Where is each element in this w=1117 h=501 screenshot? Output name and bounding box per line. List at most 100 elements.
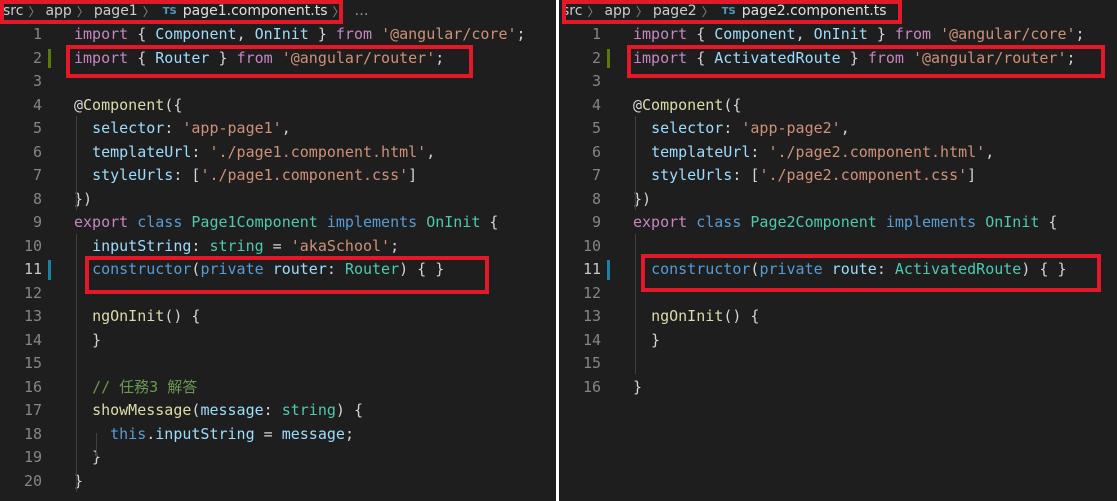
punctuation-token: ; <box>1075 25 1085 43</box>
line-number: 12 <box>582 283 601 302</box>
type-token: Page1Component <box>191 213 318 231</box>
function-token: ngOnInit <box>92 307 165 325</box>
code-line[interactable]: 6 templateUrl: './page1.component.html', <box>0 141 556 165</box>
punctuation-token: ] <box>408 166 418 184</box>
code-line[interactable]: 15 <box>559 352 1117 376</box>
punctuation-token: : <box>191 142 210 161</box>
code-line[interactable]: 1 import { Component, OnInit } from '@ang… <box>0 23 556 47</box>
code-line[interactable]: 19 } <box>0 446 556 470</box>
breadcrumb-more[interactable]: … <box>347 3 369 19</box>
code-line[interactable]: 8}) <box>0 188 556 212</box>
line-number: 8 <box>32 189 42 208</box>
code-line[interactable]: 8}) <box>559 188 1117 212</box>
punctuation-token: @ <box>633 95 643 114</box>
punctuation-token: : <box>263 401 282 419</box>
code-text: } <box>74 446 101 470</box>
string-token: './page2.component.css' <box>759 166 968 184</box>
function-token: Component <box>83 95 165 114</box>
line-number: 14 <box>23 330 42 349</box>
code-line[interactable]: 6 templateUrl: './page2.component.html', <box>559 141 1117 165</box>
punctuation-token: { <box>687 25 715 43</box>
keyword-token: implements <box>326 213 418 231</box>
code-text: ngOnInit() { <box>633 305 759 329</box>
type-token: string <box>281 401 336 419</box>
code-line[interactable]: 16 // 任務3 解答 <box>0 376 556 400</box>
code-line[interactable]: 4 @Component({ <box>559 94 1117 118</box>
identifier-token: templateUrl <box>92 142 192 161</box>
git-gutter-marker[interactable] <box>607 48 610 68</box>
line-number: 5 <box>32 119 42 137</box>
line-number: 4 <box>32 95 42 114</box>
code-line[interactable]: 7 styleUrls: ['./page1.component.css'] <box>0 164 556 188</box>
code-line[interactable]: 15 <box>0 352 556 376</box>
punctuation-token: () { <box>723 307 760 325</box>
code-text: templateUrl: './page2.component.html', <box>633 141 994 165</box>
code-line[interactable]: 13 ngOnInit() { <box>0 305 556 329</box>
indent-guide <box>96 433 97 457</box>
activatedroute-constructor-highlight-box <box>641 254 1101 292</box>
code-line[interactable]: 1 import { Component, OnInit } from '@ang… <box>559 23 1117 47</box>
code-line[interactable]: 10 inputString: string = 'akaSchool'; <box>0 235 556 259</box>
right-editor-pane: src 〉 app 〉 page2 〉 TS page2.component.t… <box>559 0 1117 501</box>
identifier-token: selector <box>92 119 165 137</box>
punctuation-token: : [ <box>173 166 201 184</box>
code-line[interactable]: 17 showMessage(message: string) { <box>0 399 556 423</box>
code-line[interactable]: 7 styleUrls: ['./page2.component.css'] <box>559 164 1117 188</box>
keyword-token: class <box>696 213 742 231</box>
identifier-token: Component <box>714 25 796 43</box>
code-line[interactable]: 14 } <box>559 329 1117 353</box>
punctuation-token: } <box>74 330 102 349</box>
code-line[interactable]: 16} <box>559 376 1117 400</box>
punctuation-token: ({ <box>164 95 183 114</box>
string-token: './page1.component.css' <box>200 166 409 184</box>
code-area[interactable]: 1 import { Component, OnInit } from '@ang… <box>559 23 1117 399</box>
punctuation-token: { <box>1039 213 1058 231</box>
indent-guide <box>635 116 636 210</box>
code-line[interactable]: 5 selector: 'app-page1', <box>0 117 556 141</box>
code-text: @Component({ <box>633 94 741 118</box>
code-line[interactable]: 9 export class Page1Component implements … <box>0 211 556 235</box>
code-line[interactable]: 18 this.inputString = message; <box>0 423 556 447</box>
git-gutter-marker[interactable] <box>607 260 610 280</box>
punctuation-token: . <box>146 424 156 443</box>
activatedroute-import-highlight-box <box>627 45 1105 78</box>
code-line[interactable]: 20} <box>0 470 556 494</box>
code-line[interactable]: 13 ngOnInit() { <box>559 305 1117 329</box>
import-keyword-token: export <box>74 213 129 231</box>
code-text: styleUrls: ['./page2.component.css'] <box>633 164 976 188</box>
indent-guide <box>635 234 636 374</box>
indent-guide <box>76 116 77 210</box>
breadcrumb-highlight-box <box>0 0 343 24</box>
line-number: 20 <box>23 471 42 490</box>
identifier-token: OnInit <box>254 25 309 43</box>
code-line[interactable]: 9 export class Page2Component implements … <box>559 211 1117 235</box>
punctuation-token: : <box>723 119 742 137</box>
code-text: // 任務3 解答 <box>74 376 197 400</box>
code-line[interactable]: 14 } <box>0 329 556 353</box>
identifier-token: message <box>200 401 264 419</box>
comment-token: // 任務3 解答 <box>92 377 198 396</box>
line-number: 3 <box>32 72 42 90</box>
identifier-token: inputString <box>155 424 255 443</box>
code-line[interactable]: 4 @Component({ <box>0 94 556 118</box>
punctuation-token: { <box>128 25 156 43</box>
punctuation-token: @ <box>74 95 84 114</box>
punctuation-token: , <box>840 119 850 137</box>
code-text: inputString: string = 'akaSchool'; <box>74 235 399 259</box>
punctuation-token <box>877 213 886 231</box>
line-number: 15 <box>23 354 42 372</box>
punctuation-token: : [ <box>732 166 760 184</box>
identifier-token: Component <box>155 25 237 43</box>
code-text: showMessage(message: string) { <box>74 399 363 423</box>
left-editor-pane: src 〉 app 〉 page1 〉 TS page1.component.t… <box>0 0 556 501</box>
line-number: 7 <box>32 166 42 184</box>
string-token: './page2.component.html' <box>768 142 986 161</box>
line-number: 13 <box>582 307 601 325</box>
git-gutter-marker[interactable] <box>48 48 51 68</box>
git-gutter-marker[interactable] <box>48 260 51 280</box>
keyword-token: this <box>110 424 147 443</box>
type-token: OnInit <box>985 213 1040 231</box>
line-number: 19 <box>23 448 42 466</box>
code-line[interactable]: 5 selector: 'app-page2', <box>559 117 1117 141</box>
string-token: 'app-page1' <box>182 119 282 137</box>
